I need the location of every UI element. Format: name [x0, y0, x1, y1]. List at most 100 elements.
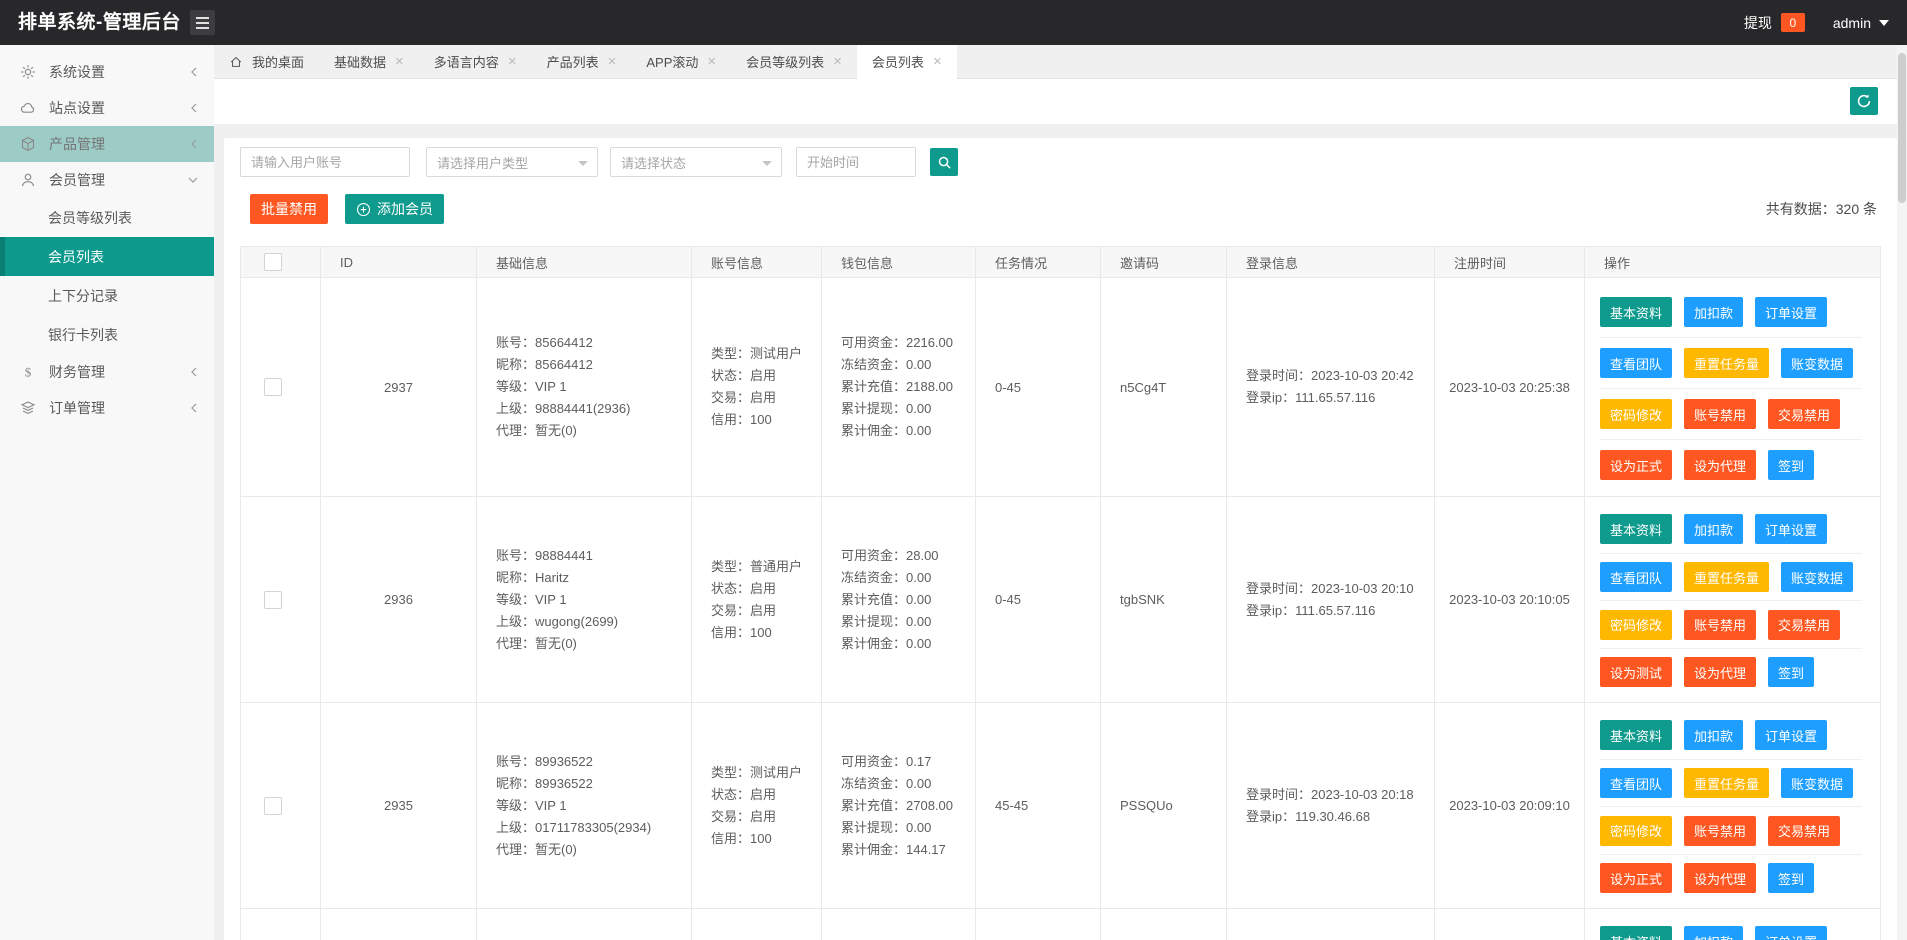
order-settings-button[interactable]: 订单设置	[1755, 926, 1827, 940]
tab-product-list[interactable]: 产品列表×	[532, 45, 632, 78]
sidebar-item-member-list[interactable]: 会员列表	[0, 237, 214, 276]
wallet-info-cell: 可用资金：28.00冻结资金：0.00累计充值：0.00累计提现：0.00累计佣…	[822, 497, 976, 702]
sidebar-item-system-settings[interactable]: 系统设置	[0, 54, 214, 90]
basic-info-cell: 账号：85664412昵称：85664412等级：VIP 1上级：9888444…	[477, 278, 692, 496]
select-all-checkbox[interactable]	[264, 253, 282, 271]
admin-dropdown[interactable]: admin	[1833, 15, 1889, 31]
close-icon[interactable]: ×	[508, 54, 517, 69]
vertical-scrollbar[interactable]	[1897, 45, 1907, 940]
order-settings-button[interactable]: 订单设置	[1755, 720, 1827, 750]
tab-member-list[interactable]: 会员列表×	[857, 45, 957, 78]
disable-trading-button[interactable]: 交易禁用	[1768, 610, 1840, 640]
sidebar-item-product-management[interactable]: 产品管理	[0, 126, 214, 162]
id-cell-text: 2937	[384, 380, 413, 395]
column-header-label: 账号信息	[711, 253, 763, 272]
change-password-button[interactable]: 密码修改	[1600, 816, 1672, 846]
sidebar-item-finance-management[interactable]: $财务管理	[0, 354, 214, 390]
basic-info-button[interactable]: 基本资料	[1600, 514, 1672, 544]
column-header-label: 基础信息	[496, 253, 548, 272]
reset-task-quota-button[interactable]: 重置任务量	[1684, 562, 1769, 592]
basic-info-button[interactable]: 基本资料	[1600, 720, 1672, 750]
close-icon[interactable]: ×	[395, 54, 404, 69]
sidebar-item-bank-card-list[interactable]: 银行卡列表	[0, 315, 214, 354]
menu-toggle-button[interactable]	[190, 10, 215, 35]
status-select[interactable]: 请选择状态	[610, 147, 782, 177]
basic-info-cell: 账号：89936522昵称：89936522等级：VIP 1上级：0171178…	[477, 703, 692, 908]
add-deduct-funds-button[interactable]: 加扣款	[1684, 720, 1743, 750]
view-team-button[interactable]: 查看团队	[1600, 562, 1672, 592]
sidebar-item-updown-records[interactable]: 上下分记录	[0, 276, 214, 315]
account-input[interactable]	[240, 147, 410, 177]
sidebar-item-member-level-list[interactable]: 会员等级列表	[0, 198, 214, 237]
tab-label: 基础数据	[334, 52, 386, 71]
sign-in-button[interactable]: 签到	[1768, 863, 1814, 893]
register-time-cell-text: 2023-10-03 20:10:05	[1449, 592, 1570, 607]
account-change-data-button[interactable]: 账变数据	[1781, 562, 1853, 592]
content-card: 请选择用户类型 请选择状态 批量禁用	[224, 138, 1897, 940]
set-as-official-button[interactable]: 设为正式	[1600, 863, 1672, 893]
disable-trading-button[interactable]: 交易禁用	[1768, 816, 1840, 846]
reset-task-quota-button[interactable]: 重置任务量	[1684, 348, 1769, 378]
close-icon[interactable]: ×	[833, 54, 842, 69]
set-as-official-button[interactable]: 设为正式	[1600, 450, 1672, 480]
add-deduct-funds-button[interactable]: 加扣款	[1684, 514, 1743, 544]
sign-in-button[interactable]: 签到	[1768, 657, 1814, 687]
register-time-cell-text: 2023-10-03 20:09:10	[1449, 798, 1570, 813]
order-settings-button[interactable]: 订单设置	[1755, 514, 1827, 544]
withdraw-button[interactable]: 提现 0	[1744, 13, 1805, 33]
disable-trading-button[interactable]: 交易禁用	[1768, 399, 1840, 429]
sidebar-item-order-management[interactable]: 订单管理	[0, 390, 214, 426]
set-as-agent-button[interactable]: 设为代理	[1684, 657, 1756, 687]
filter-bar: 请选择用户类型 请选择状态	[240, 147, 1881, 177]
close-icon[interactable]: ×	[933, 54, 942, 69]
scrollbar-thumb[interactable]	[1898, 53, 1906, 203]
tab-app-scroll[interactable]: APP滚动×	[631, 45, 731, 78]
close-icon[interactable]: ×	[707, 54, 716, 69]
set-as-agent-button[interactable]: 设为代理	[1684, 863, 1756, 893]
add-deduct-funds-button[interactable]: 加扣款	[1684, 297, 1743, 327]
tab-multilang-content[interactable]: 多语言内容×	[419, 45, 532, 78]
table-row: 2935账号：89936522昵称：89936522等级：VIP 1上级：017…	[241, 703, 1881, 909]
row-checkbox[interactable]	[264, 797, 282, 815]
basic-info-button[interactable]: 基本资料	[1600, 926, 1672, 940]
disable-account-button[interactable]: 账号禁用	[1684, 399, 1756, 429]
sidebar-item-label: 系统设置	[49, 62, 190, 82]
invite-code-cell: tgbSNK	[1101, 497, 1227, 702]
set-as-test-button[interactable]: 设为测试	[1600, 657, 1672, 687]
column-header-label: 注册时间	[1454, 253, 1506, 272]
order-settings-button[interactable]: 订单设置	[1755, 297, 1827, 327]
cloud-icon	[19, 100, 36, 117]
main-area: 我的桌面基础数据×多语言内容×产品列表×APP滚动×会员等级列表×会员列表× 请…	[214, 45, 1907, 940]
disable-account-button[interactable]: 账号禁用	[1684, 816, 1756, 846]
disable-account-button[interactable]: 账号禁用	[1684, 610, 1756, 640]
view-team-button[interactable]: 查看团队	[1600, 348, 1672, 378]
refresh-button[interactable]	[1850, 87, 1878, 115]
set-as-agent-button[interactable]: 设为代理	[1684, 450, 1756, 480]
view-team-button[interactable]: 查看团队	[1600, 768, 1672, 798]
account-change-data-button[interactable]: 账变数据	[1781, 768, 1853, 798]
sidebar-item-member-management[interactable]: 会员管理	[0, 162, 214, 198]
batch-disable-button[interactable]: 批量禁用	[250, 194, 328, 224]
tab-my-desktop[interactable]: 我的桌面	[214, 45, 319, 78]
add-member-button[interactable]: 添加会员	[345, 194, 444, 224]
basic-info-cell-text: 账号：85664412昵称：85664412等级：VIP 1上级：9888444…	[496, 332, 630, 442]
row-checkbox[interactable]	[264, 378, 282, 396]
operations-button-row: 基本资料加扣款订单设置	[1600, 918, 1862, 940]
user-type-select[interactable]: 请选择用户类型	[426, 147, 598, 177]
row-checkbox[interactable]	[264, 591, 282, 609]
reset-task-quota-button[interactable]: 重置任务量	[1684, 768, 1769, 798]
tab-basic-data[interactable]: 基础数据 ×	[319, 45, 419, 78]
close-icon[interactable]: ×	[608, 54, 617, 69]
change-password-button[interactable]: 密码修改	[1600, 610, 1672, 640]
start-time-input[interactable]	[796, 147, 916, 177]
change-password-button[interactable]: 密码修改	[1600, 399, 1672, 429]
add-deduct-funds-button[interactable]: 加扣款	[1684, 926, 1743, 940]
member-table: ID基础信息账号信息钱包信息任务情况邀请码登录信息注册时间操作2937账号：85…	[240, 246, 1881, 940]
tab-member-level-list[interactable]: 会员等级列表×	[731, 45, 857, 78]
sidebar-item-site-settings[interactable]: 站点设置	[0, 90, 214, 126]
invite-code-cell	[1101, 909, 1227, 940]
basic-info-button[interactable]: 基本资料	[1600, 297, 1672, 327]
sign-in-button[interactable]: 签到	[1768, 450, 1814, 480]
search-button[interactable]	[930, 148, 958, 176]
account-change-data-button[interactable]: 账变数据	[1781, 348, 1853, 378]
